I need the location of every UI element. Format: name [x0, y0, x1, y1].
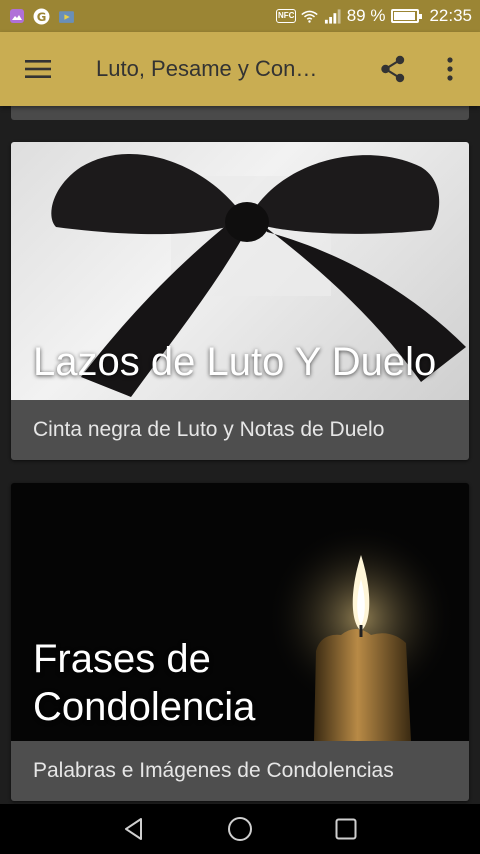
- svg-text:G: G: [37, 9, 47, 23]
- hamburger-menu-icon: [25, 60, 51, 78]
- card-subtitle: Cinta negra de Luto y Notas de Duelo: [11, 400, 469, 460]
- nfc-icon: NFC: [275, 8, 297, 25]
- card-list[interactable]: Lazos de Luto Y Duelo Cinta negra de Lut…: [0, 106, 480, 804]
- card-lazos[interactable]: Lazos de Luto Y Duelo Cinta negra de Lut…: [11, 142, 469, 460]
- more-vert-icon: [447, 57, 453, 81]
- more-options-button[interactable]: [420, 32, 480, 106]
- back-button[interactable]: [117, 812, 151, 846]
- home-button[interactable]: [223, 812, 257, 846]
- share-icon: [381, 55, 405, 83]
- battery-icon: [391, 9, 423, 23]
- menu-button[interactable]: [0, 32, 76, 106]
- google-icon: G: [33, 8, 50, 25]
- play-store-icon: [58, 8, 75, 25]
- status-left: G: [8, 8, 75, 25]
- battery-level-fill: [394, 12, 415, 20]
- page-title: Luto, Pesame y Con…: [96, 56, 318, 81]
- signal-icon: [324, 8, 341, 25]
- app-bar: Luto, Pesame y Con…: [0, 32, 480, 106]
- card-subtitle: Palabras e Imágenes de Condolencias: [11, 741, 469, 801]
- system-nav-bar: [0, 804, 480, 854]
- recents-button[interactable]: [329, 812, 363, 846]
- card-title: Lazos de Luto Y Duelo: [33, 340, 437, 384]
- recents-icon: [335, 818, 357, 840]
- clock: 22:35: [429, 6, 472, 25]
- wifi-icon: [300, 8, 318, 25]
- card-title: Frases de Condolencia: [33, 637, 256, 729]
- gallery-icon: [8, 8, 25, 25]
- battery-percent: 89 %: [346, 6, 386, 25]
- candle-image: Frases de Condolencia: [11, 483, 469, 741]
- nfc-label: NFC: [275, 9, 297, 23]
- status-bar: G NFC 89 % 22:35: [0, 0, 480, 32]
- home-icon: [228, 817, 252, 841]
- back-icon: [125, 818, 142, 840]
- card-frases[interactable]: Frases de Condolencia Palabras e Imágene…: [11, 483, 469, 801]
- share-button[interactable]: [366, 32, 420, 106]
- black-ribbon-image: Lazos de Luto Y Duelo: [11, 142, 469, 400]
- status-right: NFC 89 % 22:35: [275, 6, 472, 26]
- card-partial[interactable]: [11, 106, 469, 120]
